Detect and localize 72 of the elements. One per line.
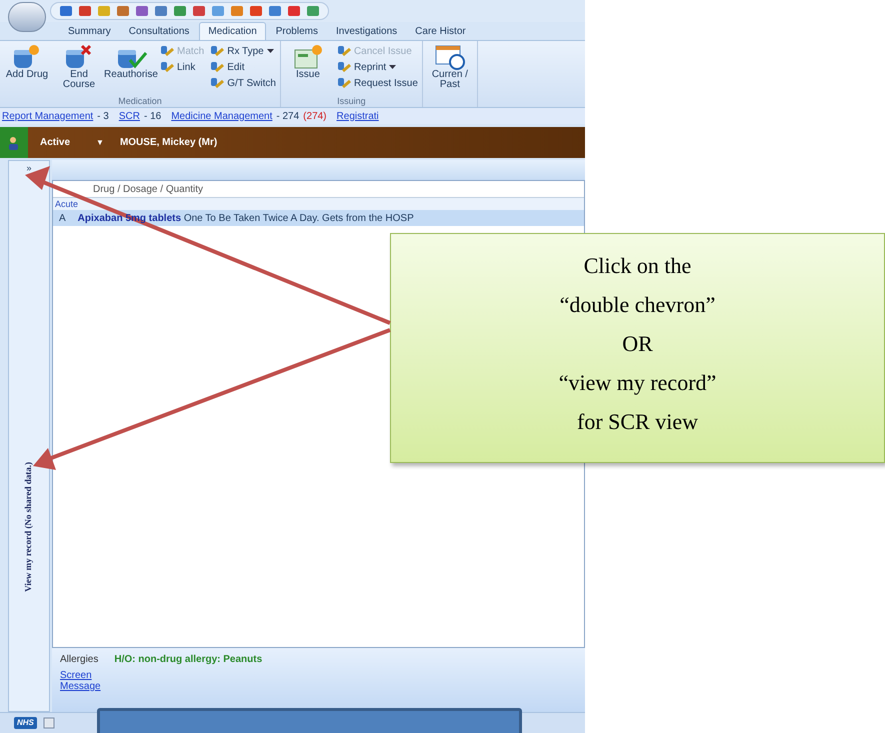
count-label: - 3 <box>97 110 109 124</box>
ribbon-button[interactable]: End Course <box>56 44 102 95</box>
ribbon-tab[interactable]: Care Histor <box>407 22 474 40</box>
ribbon-button[interactable]: Add Drug <box>4 44 50 95</box>
footer-link[interactable]: Screen <box>60 670 585 681</box>
ribbon-button[interactable]: Curren / Past <box>426 44 473 107</box>
count-label: (274) <box>303 110 327 124</box>
status-icon <box>42 717 55 729</box>
toolbar-icon[interactable] <box>306 5 320 17</box>
count-label: - 16 <box>144 110 162 124</box>
ribbon-button[interactable]: Issue <box>284 44 331 95</box>
footer-link[interactable]: Message <box>60 681 585 692</box>
calendar-clock-icon <box>434 44 465 70</box>
pill-icon <box>210 45 224 57</box>
status-label: Active <box>40 136 70 150</box>
toolbar-icon[interactable] <box>192 5 206 17</box>
caret-icon <box>389 65 396 69</box>
toolbar-icon[interactable] <box>116 5 130 17</box>
status-marker: ▼ <box>96 136 104 148</box>
ribbon-small-button[interactable]: Rx Type <box>210 44 276 58</box>
report-link[interactable]: Report Management <box>2 108 94 124</box>
count-label: - 274 <box>276 110 300 124</box>
prescription-icon <box>292 44 323 70</box>
toolbar-icon[interactable] <box>249 5 263 17</box>
toolbar-icon[interactable] <box>211 5 225 17</box>
allergies-label: Allergies <box>60 653 98 667</box>
group-row: Acute <box>53 198 584 210</box>
pill-icon <box>336 61 351 73</box>
caret-icon <box>266 49 274 53</box>
column-header[interactable]: Drug / Dosage / Quantity <box>93 182 204 196</box>
toolbar-icon[interactable] <box>173 5 187 17</box>
ribbon-tab[interactable]: Medication <box>199 22 266 40</box>
allergies-value: H/O: non-drug allergy: Peanuts <box>114 653 262 667</box>
toolbar-icon[interactable] <box>268 5 282 17</box>
toolbar-icon[interactable] <box>154 5 168 17</box>
toolbar-icon[interactable] <box>230 5 244 17</box>
table-cell-text: A <box>59 212 66 226</box>
ribbon-tab[interactable]: Consultations <box>120 22 198 40</box>
report-link[interactable]: Registrati <box>336 108 379 124</box>
toolbar-icon[interactable] <box>59 5 73 17</box>
report-link[interactable]: Medicine Management <box>171 108 272 124</box>
pill-icon <box>210 61 224 73</box>
ribbon-small-button[interactable]: Request Issue <box>336 76 418 90</box>
table-cell-text: Apixaban 5mg tablets One To Be Taken Twice A Day. Gets from the HOSP <box>78 212 414 226</box>
ribbon-small-button[interactable]: G/T Switch <box>210 76 276 90</box>
ribbon-small-button[interactable]: Reprint <box>336 60 418 74</box>
toolbar-icon[interactable] <box>135 5 149 17</box>
toolbar-icon[interactable] <box>287 5 301 17</box>
nhs-logo: NHS <box>14 717 37 729</box>
pill-icon <box>160 45 174 57</box>
pill-icon <box>160 61 174 73</box>
report-link[interactable]: SCR <box>118 108 140 124</box>
group-label: Issuing <box>336 95 367 107</box>
callout-text: Click on the “double chevron” OR “view my record” for SCR view <box>558 252 716 436</box>
ribbon-tab[interactable]: Investigations <box>328 22 406 40</box>
patient-name: MOUSE, Mickey (Mr) <box>120 136 218 150</box>
expand-button[interactable]: » <box>26 163 32 173</box>
ribbon-tab[interactable]: Summary <box>60 22 119 40</box>
group-label: Medication <box>117 95 163 107</box>
pill-icon <box>210 77 224 89</box>
medication-row[interactable]: A Apixaban 5mg tablets One To Be Taken Twice A Day. Gets from the HOSP <box>53 210 584 226</box>
ribbon-small-button[interactable]: Link <box>160 60 204 74</box>
pill-icon <box>336 45 351 57</box>
pill-icon <box>336 77 351 89</box>
ribbon-tab[interactable]: Problems <box>268 22 326 40</box>
ribbon-small-button[interactable]: Edit <box>210 60 276 74</box>
toolbar-icon[interactable] <box>78 5 92 17</box>
toolbar-icon[interactable] <box>97 5 111 17</box>
patient-icon-button[interactable] <box>0 127 28 158</box>
emis-logo[interactable] <box>8 2 46 32</box>
person-icon <box>7 136 21 150</box>
view-record-link[interactable]: View my record (No shared data.) <box>22 462 36 592</box>
